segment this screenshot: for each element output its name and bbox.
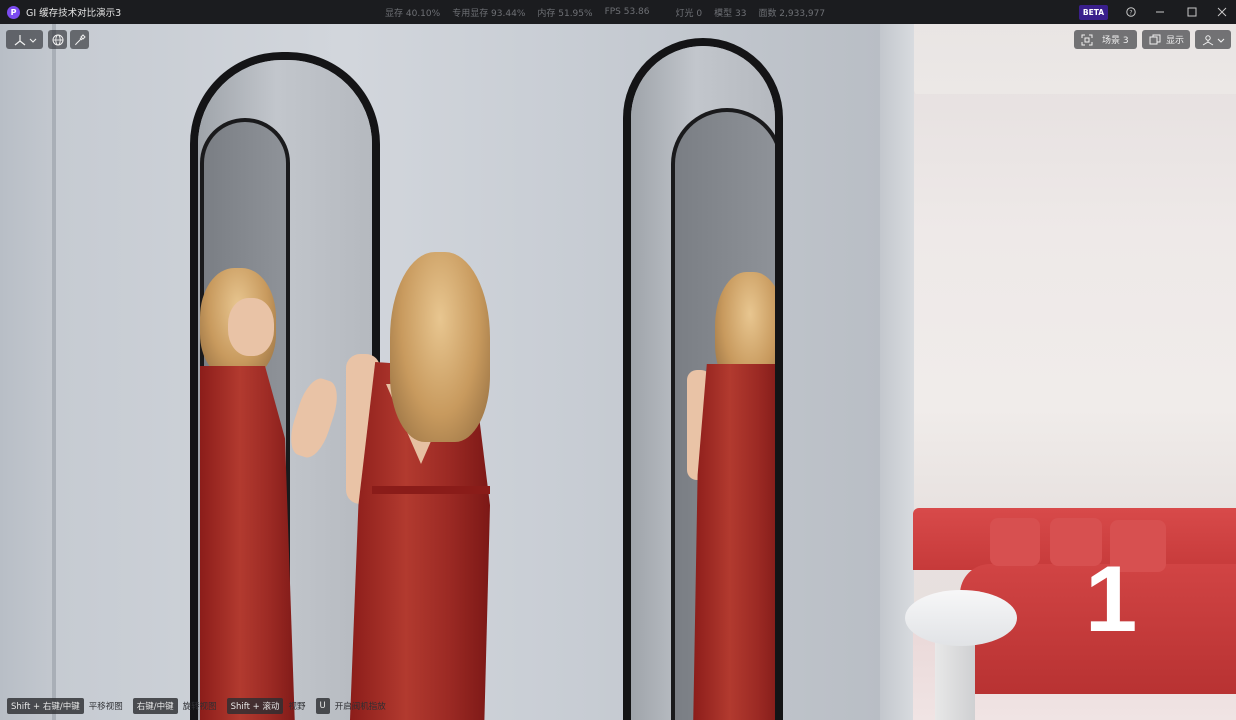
globe-icon (52, 34, 63, 45)
stat-memory: 内存 51.95% (537, 8, 593, 19)
hint-key-u: U (315, 698, 330, 714)
woman-blonde-hair (390, 252, 490, 442)
side-table-base (935, 634, 975, 720)
minimize-icon (1156, 11, 1164, 13)
help-icon: ? (1126, 7, 1136, 17)
stat-dedicated-vram: 专用显存 93.44% (452, 8, 526, 19)
close-button[interactable] (1208, 0, 1236, 24)
display-button[interactable]: 显示 (1142, 30, 1190, 49)
display-label: 显示 (1166, 36, 1185, 46)
side-table (905, 590, 1017, 646)
title-bar: P GI 缓存技术对比演示3 显存 40.10% 专用显存 93.44% 内存 … (0, 0, 1236, 24)
scene-selector-button[interactable]: 场景 3 (1074, 30, 1137, 49)
camera-dropdown-button[interactable] (1195, 30, 1231, 49)
close-icon (1217, 7, 1227, 17)
hint-key-fov: Shift + 滚动 (226, 698, 284, 714)
hint-label-fov: 视野 (288, 702, 306, 712)
render-viewport[interactable]: 1 场景 3 显示 Shift + 右键/中键 平移视图 右键/中键 旋转视图 … (0, 24, 1236, 720)
stat-fps: FPS 53.86 (604, 7, 650, 17)
beta-badge: BETA (1079, 5, 1108, 20)
help-button[interactable]: ? (1117, 0, 1145, 24)
camera-rig-icon (1202, 34, 1225, 45)
stat-vram: 显存 40.10% (385, 8, 441, 19)
minimize-button[interactable] (1146, 0, 1174, 24)
maximize-button[interactable] (1178, 0, 1206, 24)
app-logo-icon: P (7, 5, 20, 19)
scene-frame-icon (1081, 34, 1093, 45)
eyedropper-icon (74, 33, 86, 45)
shortcut-hints: Shift + 右键/中键 平移视图 右键/中键 旋转视图 Shift + 滚动… (7, 698, 396, 714)
stat-models: 模型 33 (714, 8, 747, 19)
layers-icon (1149, 34, 1161, 44)
hint-key-rotate: 右键/中键 (132, 698, 178, 714)
stats-bar: 显存 40.10% 专用显存 93.44% 内存 51.95% FPS 53.8… (385, 0, 837, 24)
stat-faces: 面数 2,933,977 (758, 8, 826, 19)
sofa-cushion (990, 518, 1040, 566)
reflection-red-dress-back (693, 364, 775, 720)
right-mirror (623, 38, 783, 720)
hint-key-pan: Shift + 右键/中键 (7, 698, 84, 714)
scene-number-overlay: 1 (1085, 546, 1138, 651)
axis-gizmo-icon (14, 34, 36, 45)
woman-hand (352, 366, 372, 398)
stat-lights: 灯光 0 (675, 8, 703, 19)
reflection-face (228, 298, 274, 356)
left-wall (0, 24, 54, 720)
hint-label-u: 开启阀机指放 (334, 702, 386, 712)
scene-label: 场景 3 (1102, 36, 1129, 46)
maximize-icon (1187, 7, 1197, 17)
window-title: GI 缓存技术对比演示3 (26, 8, 122, 19)
hint-label-pan: 平移视图 (88, 702, 123, 712)
axis-gizmo-button[interactable] (6, 30, 43, 49)
eyedropper-button[interactable] (70, 30, 89, 49)
dress-belt (372, 486, 490, 494)
svg-text:?: ? (1129, 9, 1132, 16)
globe-button[interactable] (48, 30, 67, 49)
hint-label-rotate: 旋转视图 (182, 702, 217, 712)
